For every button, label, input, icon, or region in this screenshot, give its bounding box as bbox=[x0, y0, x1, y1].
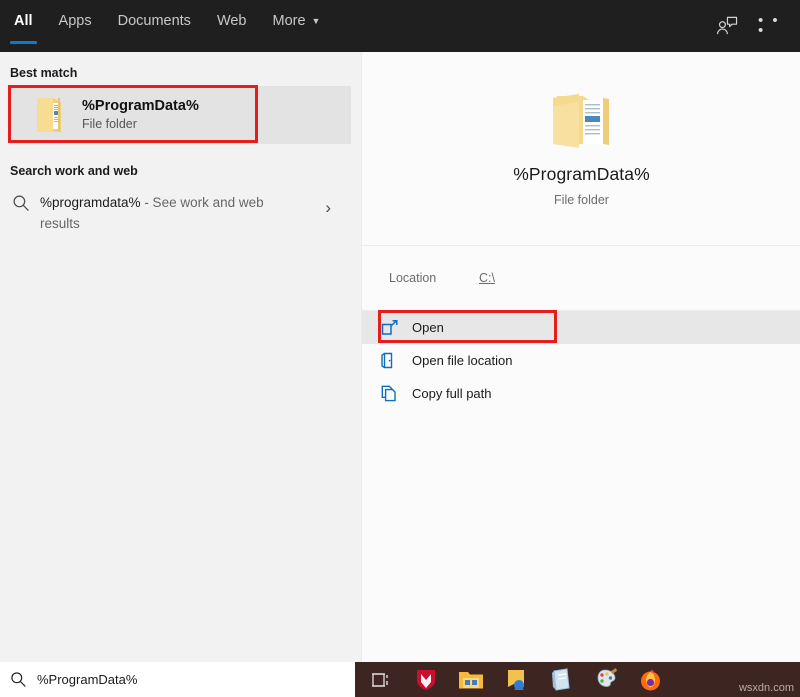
watermark: wsxdn.com bbox=[739, 682, 794, 694]
location-label: Location bbox=[389, 271, 479, 285]
action-open-file-location-label: Open file location bbox=[412, 353, 512, 368]
feedback-button[interactable] bbox=[712, 12, 742, 40]
taskbar-firefox-button[interactable] bbox=[628, 662, 673, 697]
tab-web-label: Web bbox=[217, 13, 247, 29]
search-icon bbox=[8, 192, 34, 212]
chevron-down-icon: ▼ bbox=[312, 16, 321, 26]
taskbar-task-view-button[interactable] bbox=[358, 662, 403, 697]
open-file-location-icon bbox=[378, 352, 400, 369]
tab-apps-label: Apps bbox=[59, 13, 92, 29]
taskbar-book-button[interactable] bbox=[538, 662, 583, 697]
search-flyout: All Apps Documents Web More ▼ bbox=[0, 0, 800, 662]
search-header: All Apps Documents Web More ▼ bbox=[0, 0, 800, 52]
preview-title: %ProgramData% bbox=[513, 164, 650, 185]
copy-icon bbox=[378, 385, 400, 402]
tab-web[interactable]: Web bbox=[217, 13, 247, 32]
taskbar-buttons bbox=[358, 662, 673, 697]
results-pane: Best match bbox=[0, 52, 361, 662]
taskbar-paint-button[interactable] bbox=[583, 662, 628, 697]
folder-open-icon bbox=[549, 90, 615, 150]
header-actions: • • • bbox=[712, 12, 788, 40]
preview-header: %ProgramData% File folder bbox=[362, 52, 800, 245]
action-open-highlight-box bbox=[378, 310, 557, 343]
taskbar: %ProgramData% bbox=[0, 662, 800, 697]
taskbar-folder-button[interactable] bbox=[493, 662, 538, 697]
person-feedback-icon bbox=[716, 16, 738, 36]
search-filter-tabs: All Apps Documents Web More ▼ bbox=[14, 13, 346, 32]
tab-more[interactable]: More ▼ bbox=[273, 13, 321, 32]
paint-palette-icon bbox=[594, 668, 618, 692]
firefox-icon bbox=[639, 668, 662, 692]
web-search-query: %programdata% bbox=[40, 195, 141, 210]
tab-all-label: All bbox=[14, 13, 33, 29]
file-explorer-icon bbox=[458, 669, 484, 691]
best-match-highlight-box bbox=[8, 85, 258, 143]
action-list: Open Open file location bbox=[362, 311, 800, 410]
tab-documents[interactable]: Documents bbox=[118, 13, 191, 32]
tab-all[interactable]: All bbox=[14, 13, 33, 32]
taskbar-file-explorer-button[interactable] bbox=[448, 662, 493, 697]
web-search-heading: Search work and web bbox=[10, 164, 361, 178]
preview-subtitle: File folder bbox=[554, 193, 609, 207]
tab-more-label: More bbox=[273, 13, 306, 29]
chevron-right-icon[interactable]: › bbox=[325, 198, 331, 218]
location-row: Location C:\ bbox=[362, 246, 800, 310]
action-copy-full-path-label: Copy full path bbox=[412, 386, 492, 401]
tab-documents-label: Documents bbox=[118, 13, 191, 29]
taskbar-search-value: %ProgramData% bbox=[37, 672, 137, 687]
tab-apps[interactable]: Apps bbox=[59, 13, 92, 32]
ellipsis-icon: • • • bbox=[758, 16, 788, 36]
web-search-text: %programdata% - See work and web results bbox=[40, 192, 302, 234]
preview-pane: %ProgramData% File folder Location C:\ bbox=[361, 52, 800, 662]
taskbar-search-box[interactable]: %ProgramData% bbox=[0, 662, 355, 697]
windows-search-screen: All Apps Documents Web More ▼ bbox=[0, 0, 800, 697]
book-icon bbox=[550, 668, 572, 692]
action-open-file-location[interactable]: Open file location bbox=[362, 344, 800, 377]
task-view-icon bbox=[371, 671, 391, 689]
folder-blue-icon bbox=[505, 668, 527, 692]
web-search-result[interactable]: %programdata% - See work and web results… bbox=[0, 184, 361, 248]
best-match-heading: Best match bbox=[10, 66, 361, 80]
action-copy-full-path[interactable]: Copy full path bbox=[362, 377, 800, 410]
mcafee-shield-icon bbox=[415, 668, 437, 692]
more-options-button[interactable]: • • • bbox=[758, 12, 788, 40]
best-match-section: %ProgramData% File folder bbox=[0, 86, 361, 144]
search-icon bbox=[10, 671, 27, 688]
location-link[interactable]: C:\ bbox=[479, 271, 495, 285]
taskbar-mcafee-button[interactable] bbox=[403, 662, 448, 697]
action-open[interactable]: Open bbox=[362, 311, 800, 344]
